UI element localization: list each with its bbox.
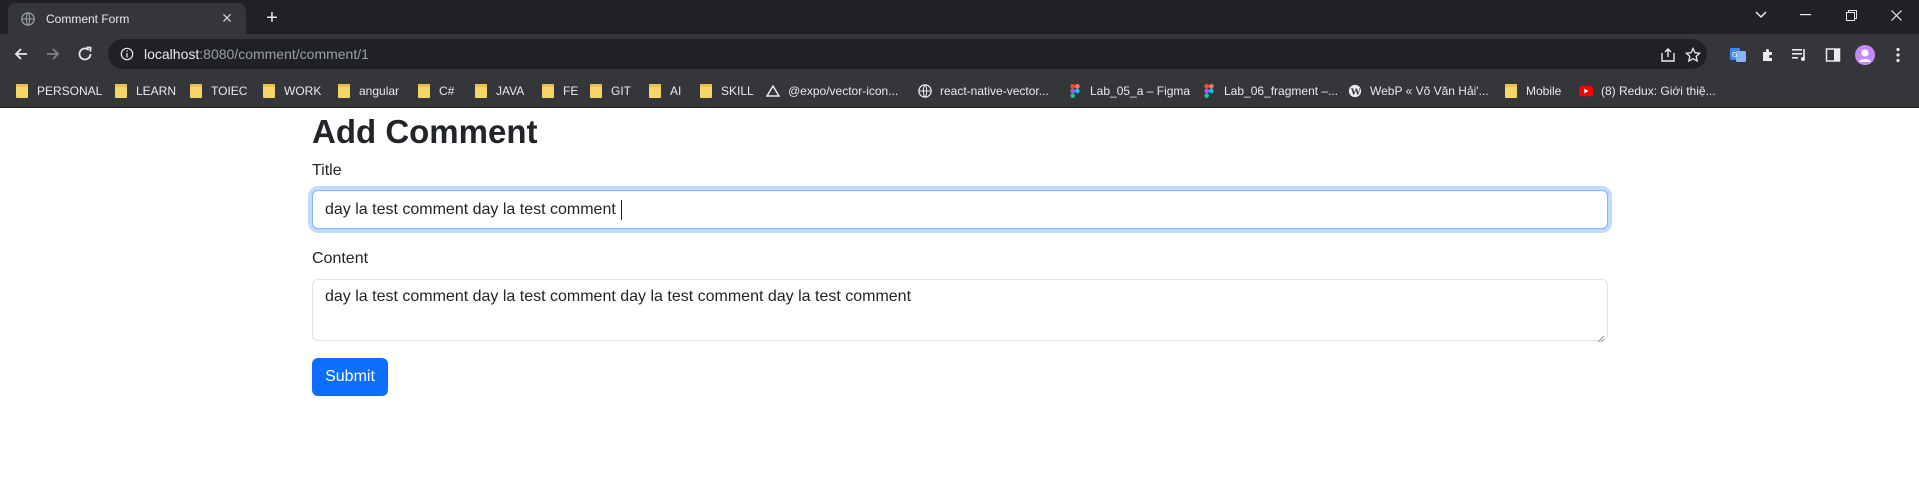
- title-label: Title: [312, 162, 342, 179]
- folder-icon: [417, 84, 431, 98]
- bookmark-git[interactable]: GIT: [589, 81, 631, 101]
- svg-text:G: G: [1732, 51, 1737, 59]
- browser-menu-icon[interactable]: [1888, 45, 1908, 65]
- bookmark-toiec[interactable]: TOIEC: [189, 81, 247, 101]
- folder-icon: [589, 84, 603, 98]
- content-textarea[interactable]: day la test comment day la test comment …: [312, 279, 1608, 343]
- content-label: Content: [312, 250, 369, 267]
- bookmark-work[interactable]: WORK: [262, 81, 321, 101]
- title-input[interactable]: day la test comment day la test comment: [312, 190, 1608, 229]
- restore-icon[interactable]: [1828, 0, 1874, 30]
- globe-icon: [20, 11, 36, 27]
- close-tab-icon[interactable]: ✕: [218, 10, 236, 28]
- url-host: localhost: [144, 46, 200, 62]
- figma-icon: [1068, 84, 1082, 98]
- forward-button[interactable]: [39, 40, 67, 68]
- comment-form: Add Comment Title day la test comment da…: [312, 109, 1608, 396]
- address-bar[interactable]: localhost:8080/comment/comment/1: [108, 39, 1707, 69]
- minimize-icon[interactable]: [1782, 0, 1828, 30]
- extensions-puzzle-icon[interactable]: [1758, 45, 1778, 65]
- side-panel-icon[interactable]: [1823, 45, 1843, 65]
- folder-icon: [1504, 84, 1518, 98]
- folder-icon: [262, 84, 276, 98]
- page-content: Add Comment Title day la test comment da…: [0, 109, 1919, 499]
- bookmark-star-icon[interactable]: [1684, 46, 1702, 64]
- page-title: Add Comment: [312, 113, 538, 150]
- bookmark-expo-vector-icons[interactable]: @expo/vector-icon...: [766, 81, 898, 101]
- bookmark-fe[interactable]: FE: [541, 81, 578, 101]
- media-control-icon[interactable]: [1790, 45, 1810, 65]
- youtube-icon: [1579, 84, 1593, 98]
- title-input-value: day la test comment day la test comment: [325, 200, 616, 218]
- folder-icon: [337, 84, 351, 98]
- share-icon[interactable]: [1659, 46, 1677, 64]
- folder-icon: [189, 84, 203, 98]
- folder-icon: [114, 84, 128, 98]
- folder-icon: [648, 84, 662, 98]
- bookmark-personal[interactable]: PERSONAL: [15, 81, 102, 101]
- browser-toolbar: localhost:8080/comment/comment/1 G: [0, 34, 1919, 75]
- bookmark-csharp[interactable]: C#: [417, 81, 454, 101]
- bookmark-webp[interactable]: W WebP « Võ Văn Hải'...: [1348, 81, 1489, 101]
- translate-extension-icon[interactable]: G: [1728, 45, 1748, 65]
- expo-icon: [766, 84, 780, 98]
- figma-icon: [1202, 84, 1216, 98]
- bookmark-redux-youtube[interactable]: (8) Redux: Giới thiệ...: [1579, 81, 1716, 101]
- bookmark-learn[interactable]: LEARN: [114, 81, 176, 101]
- bookmark-angular[interactable]: angular: [337, 81, 399, 101]
- bookmark-mobile[interactable]: Mobile: [1504, 81, 1561, 101]
- reload-button[interactable]: [71, 40, 99, 68]
- content-textarea-value: day la test comment day la test comment …: [325, 288, 912, 305]
- submit-button[interactable]: Submit: [312, 358, 388, 396]
- bookmark-ai[interactable]: AI: [648, 81, 681, 101]
- bookmarks-bar: PERSONAL LEARN TOIEC WORK angular C# JAV…: [0, 75, 1919, 108]
- wordpress-icon: W: [1348, 84, 1362, 98]
- new-tab-button[interactable]: +: [260, 6, 284, 30]
- browser-tab[interactable]: Comment Form ✕: [8, 3, 246, 34]
- url-path: :8080/comment/comment/1: [199, 46, 369, 62]
- folder-icon: [541, 84, 555, 98]
- bookmark-lab06-fragment[interactable]: Lab_06_fragment –...: [1202, 81, 1338, 101]
- globe-icon: [918, 84, 932, 98]
- folder-icon: [474, 84, 488, 98]
- resize-handle-icon[interactable]: [1597, 330, 1605, 343]
- svg-text:W: W: [1350, 88, 1361, 98]
- tab-strip: Comment Form ✕ +: [0, 0, 1919, 34]
- bookmark-react-native-vector[interactable]: react-native-vector...: [918, 81, 1049, 101]
- bookmark-lab05-figma[interactable]: Lab_05_a – Figma: [1068, 81, 1190, 101]
- close-window-icon[interactable]: [1873, 0, 1919, 30]
- back-button[interactable]: [7, 40, 35, 68]
- text-caret: [620, 199, 622, 220]
- bookmark-skill[interactable]: SKILL: [699, 81, 754, 101]
- profile-avatar-icon[interactable]: [1855, 45, 1875, 65]
- site-info-icon[interactable]: [120, 47, 134, 61]
- url-text: localhost:8080/comment/comment/1: [144, 46, 369, 62]
- folder-icon: [15, 84, 29, 98]
- folder-icon: [699, 84, 713, 98]
- bookmark-java[interactable]: JAVA: [474, 81, 524, 101]
- tab-title: Comment Form: [46, 11, 130, 26]
- tab-search-icon[interactable]: [1738, 0, 1784, 30]
